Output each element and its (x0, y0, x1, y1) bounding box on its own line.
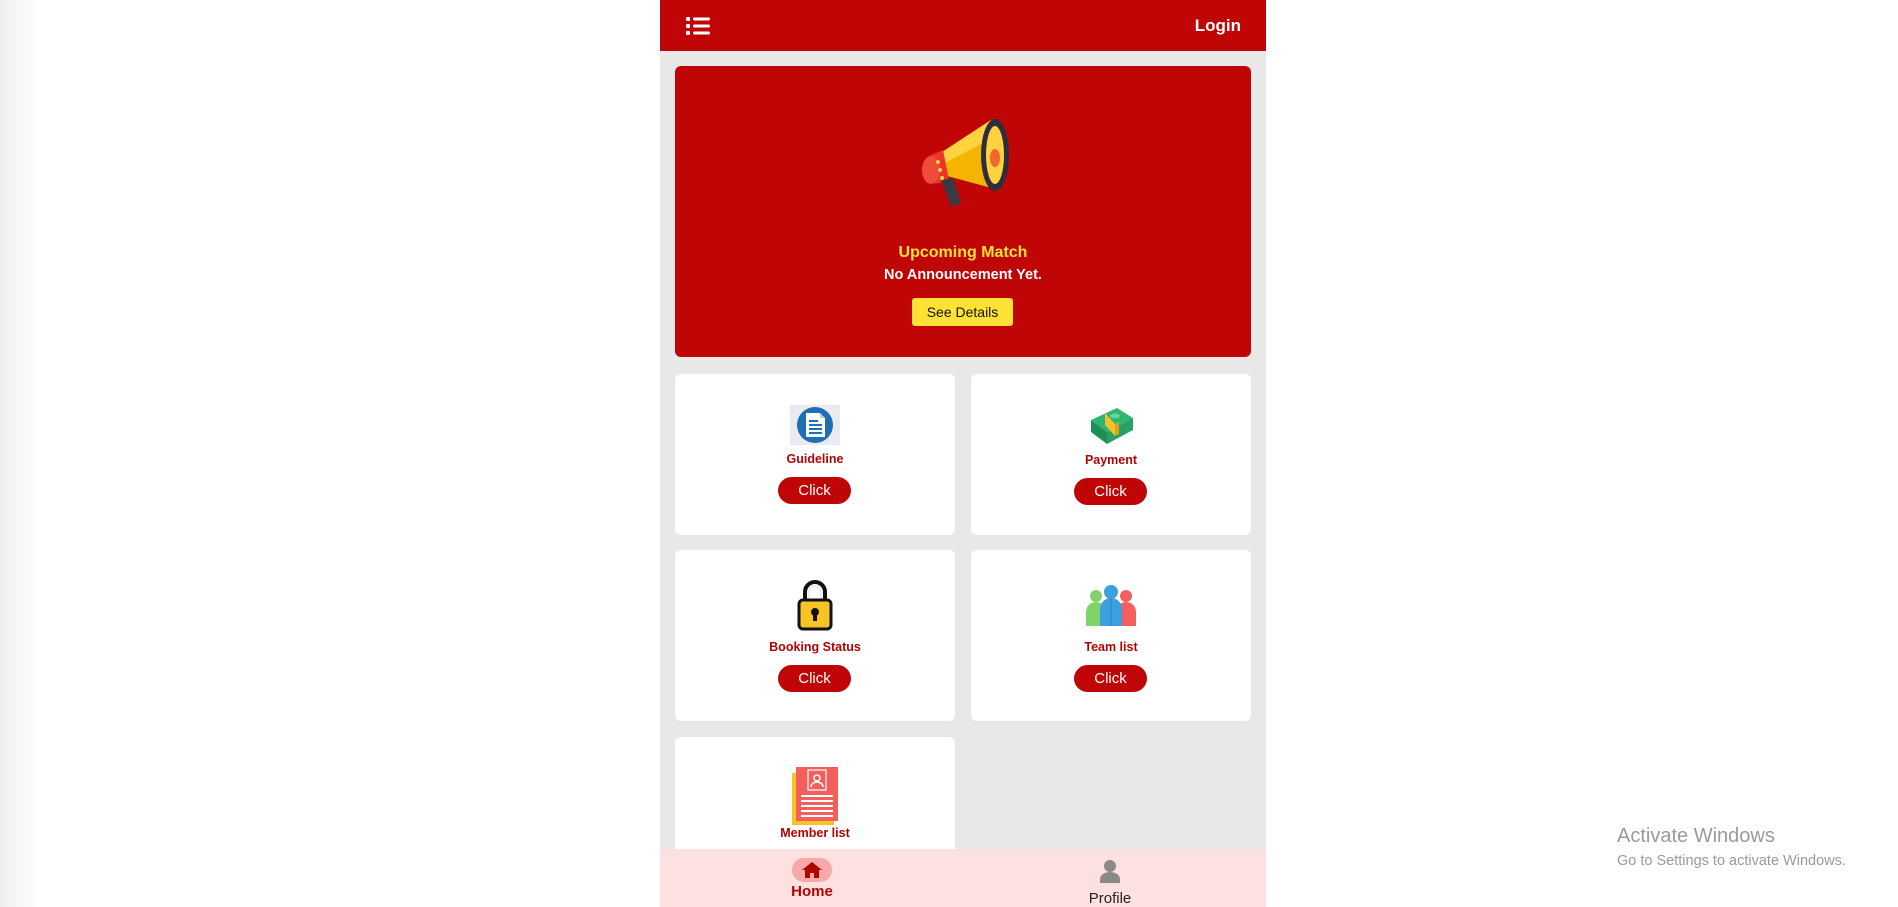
padlock-icon (796, 579, 834, 636)
megaphone-icon (907, 106, 1017, 206)
announcement-banner: Upcoming Match No Announcement Yet. See … (675, 66, 1251, 357)
guideline-card: Guideline Click (675, 374, 955, 535)
top-bar: Login (660, 0, 1266, 51)
banner-title: Upcoming Match (898, 244, 1028, 261)
see-details-button[interactable]: See Details (912, 298, 1013, 326)
card-label: Booking Status (769, 640, 861, 654)
card-label: Guideline (786, 452, 844, 466)
card-label: Member list (780, 826, 850, 840)
card-label: Payment (1084, 453, 1138, 467)
banner-subtitle: No Announcement Yet. (884, 267, 1042, 283)
nav-home[interactable]: Home (782, 858, 842, 900)
booking-status-click-button[interactable]: Click (778, 665, 851, 692)
booking-status-card: Booking Status Click (675, 550, 955, 721)
window-edge-shadow (0, 0, 40, 907)
nav-profile[interactable]: Profile (1080, 859, 1140, 907)
person-icon (1080, 859, 1140, 888)
team-list-card: Team list Click (971, 550, 1251, 721)
activate-windows-title: Activate Windows (1617, 825, 1775, 847)
payment-card: Payment Click (971, 374, 1251, 535)
home-icon (792, 858, 832, 882)
document-icon (790, 405, 840, 450)
bottom-navigation: Home Profile (660, 849, 1266, 907)
team-list-click-button[interactable]: Click (1074, 665, 1147, 692)
member-list-card: Member list (675, 737, 955, 867)
card-label: Team list (1084, 640, 1138, 654)
payment-click-button[interactable]: Click (1074, 478, 1147, 505)
team-icon (1084, 584, 1138, 635)
login-button[interactable]: Login (1195, 16, 1241, 36)
app-viewport: Login Upcoming Match No Announcement Yet… (660, 0, 1266, 907)
nav-home-label: Home (791, 883, 833, 900)
nav-profile-label: Profile (1088, 890, 1132, 907)
activate-windows-subtitle: Go to Settings to activate Windows. (1617, 853, 1846, 869)
list-menu-icon[interactable] (685, 14, 711, 38)
money-icon (1087, 404, 1135, 451)
member-list-icon (790, 767, 840, 830)
guideline-click-button[interactable]: Click (778, 477, 851, 504)
